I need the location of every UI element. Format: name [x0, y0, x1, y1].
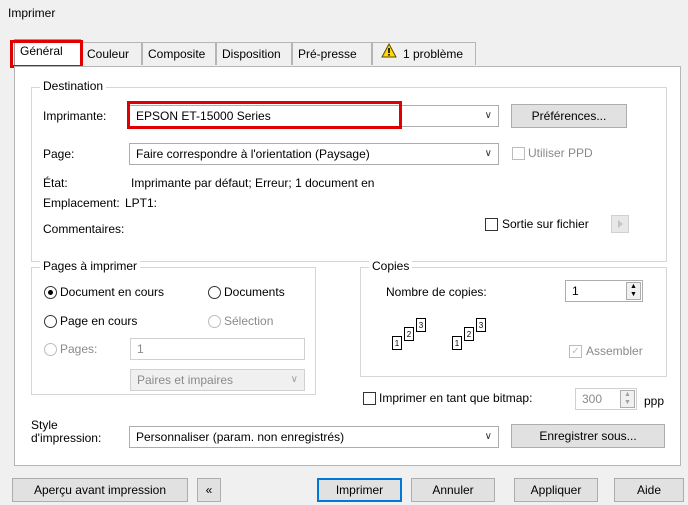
pages-group-title: Pages à imprimer: [40, 259, 141, 273]
use-ppd-checkbox[interactable]: [512, 147, 525, 160]
print-to-file-label: Sortie sur fichier: [502, 217, 589, 231]
chevron-down-icon: ∨: [484, 431, 492, 442]
sheet-icon: 1: [452, 336, 462, 350]
print-button[interactable]: Imprimer: [317, 478, 402, 502]
window-title: Imprimer: [8, 6, 56, 20]
bitmap-dpi-value: 300: [582, 392, 603, 406]
copies-group-title: Copies: [369, 259, 413, 273]
sheet-icon: 2: [464, 327, 474, 341]
general-panel: Destination Imprimante: EPSON ET-15000 S…: [14, 66, 681, 466]
radio-documents[interactable]: [208, 286, 221, 299]
collate-label: Assembler: [586, 344, 643, 358]
style-label-line1: Style: [31, 418, 58, 432]
tab-composite[interactable]: Composite: [142, 42, 216, 65]
tab-probleme-label: 1 problème: [403, 47, 464, 61]
chevron-down-icon: ∨: [290, 374, 298, 385]
current-document-label: Document en cours: [60, 285, 165, 299]
tab-disposition[interactable]: Disposition: [216, 42, 292, 65]
sheet-icon: 3: [416, 318, 426, 332]
use-ppd-label: Utiliser PPD: [528, 146, 593, 160]
page-select[interactable]: Faire correspondre à l'orientation (Pays…: [129, 143, 499, 165]
tab-couleur-label: Couleur: [87, 47, 130, 61]
pages-range-input[interactable]: 1: [130, 338, 305, 360]
chevron-down-icon: ∨: [484, 148, 492, 159]
sheet-icon: 2: [404, 327, 414, 341]
print-to-file-checkbox[interactable]: [485, 218, 498, 231]
radio-current-document[interactable]: [44, 286, 57, 299]
sheet-icon: 1: [392, 336, 402, 350]
tab-couleur[interactable]: Couleur: [81, 42, 142, 65]
collate-illustration: 1 2 3 1 2 3: [389, 316, 509, 356]
documents-label: Documents: [224, 285, 285, 299]
tab-composite-label: Composite: [148, 47, 206, 61]
radio-pages[interactable]: [44, 343, 57, 356]
copies-count-spinner[interactable]: 1 ▲ ▼: [565, 280, 643, 302]
parity-select-value: Paires et impaires: [137, 373, 234, 387]
pages-range-value: 1: [137, 342, 144, 356]
radio-selection[interactable]: [208, 315, 221, 328]
style-label: Style d'impression:: [31, 419, 101, 445]
page-select-value: Faire correspondre à l'orientation (Pays…: [136, 147, 370, 161]
tab-disposition-label: Disposition: [222, 47, 281, 61]
copies-count-label: Nombre de copies:: [386, 285, 487, 299]
location-label: Emplacement:: [43, 196, 120, 210]
print-style-select[interactable]: Personnaliser (param. non enregistrés) ∨: [129, 426, 499, 448]
printer-select-value: EPSON ET-15000 Series: [136, 109, 271, 123]
printer-select[interactable]: EPSON ET-15000 Series ∨: [129, 105, 499, 127]
destination-group-title: Destination: [40, 79, 107, 93]
arrow-right-icon: [618, 220, 623, 228]
radio-current-page[interactable]: [44, 315, 57, 328]
printer-label: Imprimante:: [43, 109, 107, 123]
tab-bar: Général Couleur Composite Disposition Pr…: [8, 39, 478, 66]
print-preview-button[interactable]: Aperçu avant impression: [12, 478, 188, 502]
tab-prepresse-label: Pré-presse: [298, 47, 357, 61]
tab-general[interactable]: Général: [14, 39, 81, 65]
pages-label: Pages:: [60, 342, 98, 356]
style-label-line2: d'impression:: [31, 431, 102, 445]
parity-select[interactable]: Paires et impaires ∨: [130, 369, 305, 391]
print-to-file-browse-button[interactable]: [611, 215, 629, 233]
bitmap-dpi-spinner[interactable]: 300 ▲ ▼: [575, 388, 637, 410]
spinner-arrows-icon[interactable]: ▲ ▼: [620, 390, 635, 408]
apply-button[interactable]: Appliquer: [514, 478, 598, 502]
collate-checkbox[interactable]: ✓: [569, 345, 582, 358]
print-style-value: Personnaliser (param. non enregistrés): [136, 430, 345, 444]
help-button[interactable]: Aide: [614, 478, 684, 502]
comments-label: Commentaires:: [43, 222, 125, 236]
tab-probleme[interactable]: 1 problème: [372, 42, 476, 65]
cancel-button[interactable]: Annuler: [411, 478, 495, 502]
bitmap-unit-label: ppp: [644, 394, 665, 408]
double-chevron-left-icon: «: [205, 483, 213, 497]
page-label: Page:: [43, 147, 75, 161]
preferences-button[interactable]: Préférences...: [511, 104, 627, 128]
current-page-label: Page en cours: [60, 314, 138, 328]
spinner-arrows-icon[interactable]: ▲ ▼: [626, 282, 641, 300]
state-label: État:: [43, 176, 68, 190]
copies-count-value: 1: [572, 284, 579, 298]
tab-general-label: Général: [20, 44, 63, 58]
state-value: Imprimante par défaut; Erreur; 1 documen…: [131, 176, 375, 190]
print-as-bitmap-label: Imprimer en tant que bitmap:: [379, 391, 533, 405]
save-as-button[interactable]: Enregistrer sous...: [511, 424, 665, 448]
print-as-bitmap-checkbox[interactable]: [363, 392, 376, 405]
location-value: LPT1:: [125, 196, 158, 210]
tab-prepresse[interactable]: Pré-presse: [292, 42, 372, 65]
chevron-down-icon: ∨: [484, 110, 492, 121]
collapse-button[interactable]: «: [197, 478, 221, 502]
selection-label: Sélection: [224, 314, 274, 328]
warning-icon: [381, 43, 397, 66]
sheet-icon: 3: [476, 318, 486, 332]
